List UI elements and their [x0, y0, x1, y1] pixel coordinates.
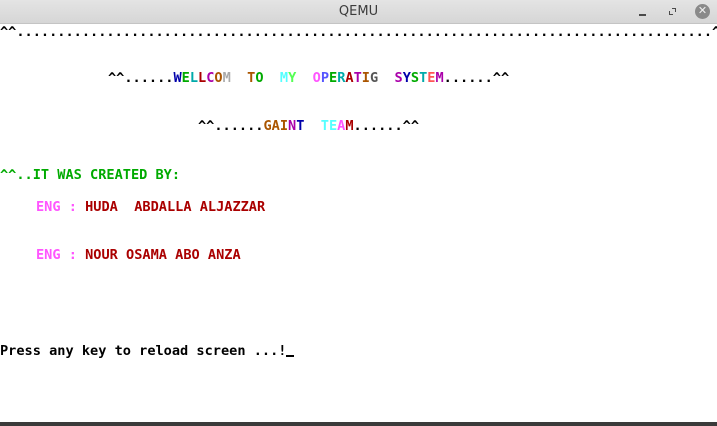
welcome-char: A [345, 70, 354, 86]
welcome-char: M [222, 70, 231, 86]
welcome-char: E [181, 70, 190, 86]
top-border-line: ^^......................................… [0, 24, 717, 40]
close-icon: ✕ [695, 4, 710, 19]
welcome-char: W [173, 70, 182, 86]
welcome-char [264, 70, 280, 86]
welcome-char: T [353, 70, 362, 86]
maximize-icon [669, 8, 676, 15]
welcome-char: S [410, 70, 420, 86]
team-char: G [263, 118, 272, 134]
team-char: M [345, 118, 354, 134]
welcome-suffix: ......^^ [443, 70, 510, 86]
welcome-char: P [320, 70, 330, 86]
author-separator: : [60, 199, 86, 215]
window-title: QEMU [338, 4, 379, 19]
welcome-char: G [369, 70, 379, 86]
author-separator: : [60, 247, 86, 263]
author-line-1: ENG : HUDA ABDALLA ALJAZZAR [36, 199, 265, 215]
text-cursor [286, 355, 295, 357]
welcome-prefix: ^^...... [108, 70, 174, 86]
welcome-char: L [198, 70, 207, 86]
welcome-text: WELLCOM TO MY OPERATIG SYSTEM [173, 70, 443, 86]
team-text: GAINT TEAM [263, 118, 353, 134]
welcome-char: S [394, 70, 403, 86]
minimize-icon [639, 14, 646, 16]
author-name: NOUR OSAMA ABO ANZA [85, 247, 241, 263]
team-char: A [271, 118, 280, 134]
welcome-char: O [312, 70, 321, 86]
team-suffix: ......^^ [353, 118, 420, 134]
team-char: N [288, 118, 297, 134]
team-char [304, 118, 320, 134]
vm-screen[interactable]: ^^......................................… [0, 24, 717, 422]
team-char: T [320, 118, 329, 134]
welcome-char: M [435, 70, 444, 86]
welcome-char: Y [402, 70, 411, 86]
welcome-char: O [255, 70, 264, 86]
created-by-line: ^^..IT WAS CREATED BY: [0, 167, 181, 183]
team-prefix: ^^...... [198, 118, 264, 134]
welcome-char [296, 70, 312, 86]
author-name: HUDA ABDALLA ALJAZZAR [85, 199, 266, 215]
team-line: ^^......GAINT TEAM......^^ [198, 118, 419, 134]
window-bottom-border [0, 422, 717, 426]
minimize-button[interactable] [634, 3, 652, 21]
team-char: I [279, 118, 289, 134]
author-prefix: ENG [36, 247, 61, 263]
reload-prompt-line: Press any key to reload screen ...! [0, 343, 295, 359]
reload-prompt: Press any key to reload screen ...! [0, 343, 287, 359]
close-button[interactable]: ✕ [694, 3, 712, 21]
welcome-char: O [214, 70, 223, 86]
author-line-2: ENG : NOUR OSAMA ABO ANZA [36, 247, 241, 263]
welcome-char: L [189, 70, 199, 86]
author-prefix: ENG [36, 199, 61, 215]
title-bar[interactable]: QEMU ✕ [0, 0, 717, 24]
welcome-char [378, 70, 394, 86]
welcome-line: ^^......WELLCOM TO MY OPERATIG SYSTEM...… [108, 70, 509, 86]
maximize-button[interactable] [664, 3, 682, 21]
qemu-window: QEMU ✕ ^^...............................… [0, 0, 717, 426]
welcome-char: I [361, 70, 370, 86]
welcome-char: E [329, 70, 338, 86]
welcome-char: M [279, 70, 289, 86]
team-char: E [328, 118, 338, 134]
welcome-char [231, 70, 247, 86]
